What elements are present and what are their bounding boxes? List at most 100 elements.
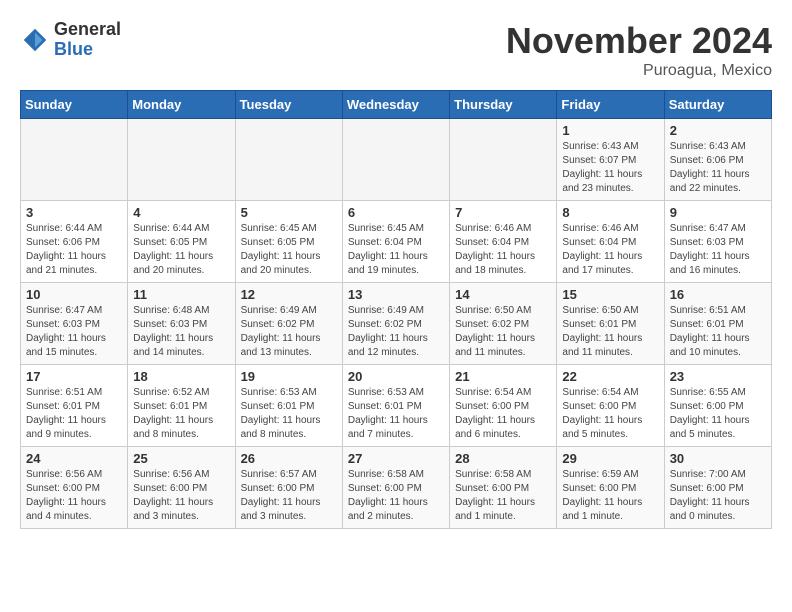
day-number: 14	[455, 287, 551, 302]
day-detail: Sunrise: 6:46 AMSunset: 6:04 PMDaylight:…	[455, 222, 551, 278]
week-row-5: 24Sunrise: 6:56 AMSunset: 6:00 PMDayligh…	[21, 447, 772, 529]
day-number: 15	[562, 287, 658, 302]
day-detail: Sunrise: 6:48 AMSunset: 6:03 PMDaylight:…	[133, 304, 229, 360]
day-number: 19	[241, 369, 337, 384]
day-detail: Sunrise: 6:51 AMSunset: 6:01 PMDaylight:…	[670, 304, 766, 360]
day-cell: 28 Sunrise: 6:58 AMSunset: 6:00 PMDayligh…	[450, 447, 557, 529]
day-detail: Sunrise: 6:47 AMSunset: 6:03 PMDaylight:…	[670, 222, 766, 278]
day-cell: 3 Sunrise: 6:44 AMSunset: 6:06 PMDaylight…	[21, 201, 128, 283]
logo-text: General Blue	[54, 20, 121, 60]
day-detail: Sunrise: 6:57 AMSunset: 6:00 PMDaylight:…	[241, 468, 337, 524]
day-cell: 25Sunrise: 6:56 AMSunset: 6:00 PMDayligh…	[128, 447, 235, 529]
day-detail: Sunrise: 6:52 AMSunset: 6:01 PMDaylight:…	[133, 386, 229, 442]
day-cell: 26 Sunrise: 6:57 AMSunset: 6:00 PMDayligh…	[235, 447, 342, 529]
day-cell	[21, 119, 128, 201]
day-number: 5	[241, 205, 337, 220]
day-detail: Sunrise: 7:00 AMSunset: 6:00 PMDaylight:…	[670, 468, 766, 524]
day-cell: 21 Sunrise: 6:54 AMSunset: 6:00 PMDayligh…	[450, 365, 557, 447]
day-cell: 22 Sunrise: 6:54 AMSunset: 6:00 PMDayligh…	[557, 365, 664, 447]
day-cell: 23Sunrise: 6:55 AMSunset: 6:00 PMDayligh…	[664, 365, 771, 447]
day-number: 3	[26, 205, 122, 220]
day-detail: Sunrise: 6:50 AMSunset: 6:02 PMDaylight:…	[455, 304, 551, 360]
day-detail: Sunrise: 6:55 AMSunset: 6:00 PMDaylight:…	[670, 386, 766, 442]
location: Puroagua, Mexico	[506, 62, 772, 80]
day-number: 16	[670, 287, 766, 302]
day-detail: Sunrise: 6:51 AMSunset: 6:01 PMDaylight:…	[26, 386, 122, 442]
header-tuesday: Tuesday	[235, 91, 342, 119]
day-cell: 10 Sunrise: 6:47 AMSunset: 6:03 PMDayligh…	[21, 283, 128, 365]
day-detail: Sunrise: 6:45 AMSunset: 6:05 PMDaylight:…	[241, 222, 337, 278]
week-row-1: 1Sunrise: 6:43 AMSunset: 6:07 PMDaylight…	[21, 119, 772, 201]
day-detail: Sunrise: 6:54 AMSunset: 6:00 PMDaylight:…	[455, 386, 551, 442]
day-number: 28	[455, 451, 551, 466]
month-title: November 2024	[506, 20, 772, 62]
day-cell: 29Sunrise: 6:59 AMSunset: 6:00 PMDayligh…	[557, 447, 664, 529]
day-detail: Sunrise: 6:59 AMSunset: 6:00 PMDaylight:…	[562, 468, 658, 524]
day-detail: Sunrise: 6:49 AMSunset: 6:02 PMDaylight:…	[348, 304, 444, 360]
week-row-2: 3 Sunrise: 6:44 AMSunset: 6:06 PMDaylight…	[21, 201, 772, 283]
day-detail: Sunrise: 6:47 AMSunset: 6:03 PMDaylight:…	[26, 304, 122, 360]
day-detail: Sunrise: 6:53 AMSunset: 6:01 PMDaylight:…	[348, 386, 444, 442]
day-detail: Sunrise: 6:54 AMSunset: 6:00 PMDaylight:…	[562, 386, 658, 442]
day-number: 25	[133, 451, 229, 466]
day-number: 6	[348, 205, 444, 220]
day-cell	[128, 119, 235, 201]
day-number: 17	[26, 369, 122, 384]
day-number: 18	[133, 369, 229, 384]
header-wednesday: Wednesday	[342, 91, 449, 119]
day-detail: Sunrise: 6:58 AMSunset: 6:00 PMDaylight:…	[455, 468, 551, 524]
day-number: 7	[455, 205, 551, 220]
day-cell	[235, 119, 342, 201]
day-cell: 8Sunrise: 6:46 AMSunset: 6:04 PMDaylight…	[557, 201, 664, 283]
day-cell: 14 Sunrise: 6:50 AMSunset: 6:02 PMDayligh…	[450, 283, 557, 365]
day-cell: 17 Sunrise: 6:51 AMSunset: 6:01 PMDayligh…	[21, 365, 128, 447]
day-number: 8	[562, 205, 658, 220]
page-header: General Blue November 2024 Puroagua, Mex…	[20, 20, 772, 80]
day-cell: 12Sunrise: 6:49 AMSunset: 6:02 PMDayligh…	[235, 283, 342, 365]
header-thursday: Thursday	[450, 91, 557, 119]
day-number: 2	[670, 123, 766, 138]
week-row-3: 10 Sunrise: 6:47 AMSunset: 6:03 PMDayligh…	[21, 283, 772, 365]
day-number: 1	[562, 123, 658, 138]
day-cell: 18 Sunrise: 6:52 AMSunset: 6:01 PMDayligh…	[128, 365, 235, 447]
day-number: 27	[348, 451, 444, 466]
day-cell: 1Sunrise: 6:43 AMSunset: 6:07 PMDaylight…	[557, 119, 664, 201]
day-detail: Sunrise: 6:53 AMSunset: 6:01 PMDaylight:…	[241, 386, 337, 442]
day-cell: 11 Sunrise: 6:48 AMSunset: 6:03 PMDayligh…	[128, 283, 235, 365]
day-cell: 20 Sunrise: 6:53 AMSunset: 6:01 PMDayligh…	[342, 365, 449, 447]
day-number: 10	[26, 287, 122, 302]
day-number: 21	[455, 369, 551, 384]
day-cell: 6 Sunrise: 6:45 AMSunset: 6:04 PMDaylight…	[342, 201, 449, 283]
logo-blue: Blue	[54, 40, 121, 60]
logo-icon	[20, 25, 50, 55]
day-cell: 15Sunrise: 6:50 AMSunset: 6:01 PMDayligh…	[557, 283, 664, 365]
day-number: 11	[133, 287, 229, 302]
day-cell	[342, 119, 449, 201]
day-number: 20	[348, 369, 444, 384]
day-number: 22	[562, 369, 658, 384]
calendar-table: SundayMondayTuesdayWednesdayThursdayFrid…	[20, 90, 772, 529]
day-cell: 5 Sunrise: 6:45 AMSunset: 6:05 PMDaylight…	[235, 201, 342, 283]
logo-general: General	[54, 20, 121, 40]
day-number: 30	[670, 451, 766, 466]
day-detail: Sunrise: 6:45 AMSunset: 6:04 PMDaylight:…	[348, 222, 444, 278]
day-detail: Sunrise: 6:43 AMSunset: 6:06 PMDaylight:…	[670, 140, 766, 196]
day-cell: 7 Sunrise: 6:46 AMSunset: 6:04 PMDaylight…	[450, 201, 557, 283]
day-number: 12	[241, 287, 337, 302]
day-cell: 19 Sunrise: 6:53 AMSunset: 6:01 PMDayligh…	[235, 365, 342, 447]
title-block: November 2024 Puroagua, Mexico	[506, 20, 772, 80]
day-detail: Sunrise: 6:44 AMSunset: 6:06 PMDaylight:…	[26, 222, 122, 278]
logo: General Blue	[20, 20, 121, 60]
day-cell: 24Sunrise: 6:56 AMSunset: 6:00 PMDayligh…	[21, 447, 128, 529]
day-cell: 2 Sunrise: 6:43 AMSunset: 6:06 PMDaylight…	[664, 119, 771, 201]
day-number: 9	[670, 205, 766, 220]
week-row-4: 17 Sunrise: 6:51 AMSunset: 6:01 PMDayligh…	[21, 365, 772, 447]
day-detail: Sunrise: 6:56 AMSunset: 6:00 PMDaylight:…	[26, 468, 122, 524]
day-number: 4	[133, 205, 229, 220]
day-detail: Sunrise: 6:58 AMSunset: 6:00 PMDaylight:…	[348, 468, 444, 524]
day-number: 26	[241, 451, 337, 466]
day-cell: 9 Sunrise: 6:47 AMSunset: 6:03 PMDaylight…	[664, 201, 771, 283]
day-cell: 4Sunrise: 6:44 AMSunset: 6:05 PMDaylight…	[128, 201, 235, 283]
header-sunday: Sunday	[21, 91, 128, 119]
day-cell: 27 Sunrise: 6:58 AMSunset: 6:00 PMDayligh…	[342, 447, 449, 529]
